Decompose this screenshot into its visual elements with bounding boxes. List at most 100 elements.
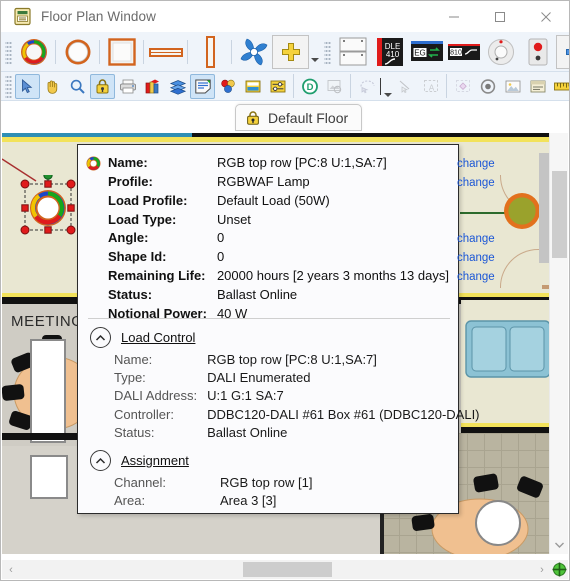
- dali-tool[interactable]: D: [297, 74, 322, 99]
- ceiling-sensor-tool[interactable]: [482, 35, 519, 69]
- rgb-luminaire-selected: [16, 170, 80, 239]
- minimize-button[interactable]: [431, 1, 477, 32]
- scroll-left-button[interactable]: ‹: [2, 560, 20, 579]
- zoom-tool[interactable]: [65, 74, 90, 99]
- change-link[interactable]: change: [457, 177, 495, 189]
- tab-default-floor[interactable]: Default Floor: [235, 104, 363, 131]
- luminaire-square-tool[interactable]: [103, 35, 140, 69]
- recenter-crosshair-icon[interactable]: [550, 560, 568, 579]
- change-link[interactable]: change: [457, 252, 495, 264]
- luminaire-linear-tool[interactable]: [147, 35, 184, 69]
- vertical-scrollbar[interactable]: [549, 133, 568, 554]
- properties-note-icon: [194, 79, 211, 93]
- toolbar-separator: [187, 39, 188, 64]
- assignment-section-header[interactable]: Assignment: [90, 450, 189, 471]
- fan-device-tool[interactable]: [235, 35, 272, 69]
- row-key: Notional Power:: [108, 305, 207, 321]
- toolbar-separator: [293, 74, 294, 98]
- target-tool[interactable]: [475, 74, 500, 99]
- measure-tool[interactable]: [550, 74, 569, 99]
- dle410-dimmer-tool[interactable]: DLE 410: [371, 35, 408, 69]
- align-panel-tool[interactable]: [240, 74, 265, 99]
- scroll-right-button[interactable]: ›: [533, 560, 551, 579]
- text-marquee-icon: A: [423, 79, 438, 92]
- row-value: Ballast Online: [207, 424, 288, 440]
- colour-tool[interactable]: [215, 74, 240, 99]
- row-value: Default Load (50W): [216, 193, 330, 209]
- line-tool[interactable]: [393, 74, 418, 99]
- ceiling-tile-grid-icon: [339, 37, 366, 65]
- horizontal-bar-icon: [148, 47, 183, 57]
- change-link[interactable]: change: [457, 233, 495, 245]
- row-key: Controller:: [114, 406, 174, 422]
- table-row: Angle: 0 change: [108, 229, 495, 248]
- text-select-tool[interactable]: A: [418, 74, 443, 99]
- luminaire-round-tool[interactable]: [59, 35, 96, 69]
- floor-tab-strip: Default Floor: [1, 101, 569, 133]
- 810-sensor-tool[interactable]: 810: [445, 35, 482, 69]
- scroll-down-button[interactable]: [550, 536, 568, 554]
- legend-tool[interactable]: [525, 74, 550, 99]
- properties-panel-tool[interactable]: [190, 73, 215, 99]
- layers-tool[interactable]: [165, 74, 190, 99]
- row-value: Ballast Online: [216, 287, 298, 303]
- toolbar-grip[interactable]: [5, 39, 12, 64]
- toolbar-overflow-1[interactable]: [309, 34, 320, 69]
- row-value: 0: [216, 229, 225, 245]
- lock-layer-tool[interactable]: [90, 73, 115, 99]
- table-row: Name: RGB top row [PC:8 U:1,SA:7]: [114, 351, 480, 369]
- wall-occupancy-sensor-icon: [528, 38, 547, 65]
- horizontal-scrollbar-thumb[interactable]: [243, 562, 332, 577]
- table-row: Shape Id: 0 change: [108, 248, 495, 267]
- wall-sensor-tool[interactable]: [519, 35, 556, 69]
- table-row: Controller: DDBC120-DALI #61 Box #61 (DD…: [114, 406, 480, 424]
- horizontal-scrollbar[interactable]: ‹ ›: [2, 560, 551, 579]
- blue-plus-icon: [565, 48, 569, 55]
- row-value: 0: [216, 249, 225, 265]
- table-row: Status: Ballast Online: [108, 286, 495, 304]
- toolbar-grip[interactable]: [5, 74, 12, 98]
- white-circle-ring-icon: [65, 39, 90, 64]
- rgb-luminaire-round-tool[interactable]: [15, 35, 52, 69]
- maximize-button[interactable]: [477, 1, 523, 32]
- toolbar-separator: [99, 39, 100, 64]
- chevron-up-icon[interactable]: [90, 327, 111, 348]
- select-tool[interactable]: [15, 73, 40, 99]
- table-row: Area: Area 3 [3]: [114, 492, 312, 510]
- app-icon: [13, 7, 32, 26]
- letter-d-circle-icon: D: [301, 78, 318, 94]
- settings-sliders-tool[interactable]: [265, 74, 290, 99]
- lasso-dropdown[interactable]: [382, 69, 393, 104]
- olive-luminaire: [502, 191, 542, 231]
- load-control-section-header[interactable]: Load Control: [90, 327, 195, 348]
- luminaire-vertical-tool[interactable]: [191, 35, 228, 69]
- ceiling-tile-tool[interactable]: [334, 35, 371, 69]
- table-row: Profile: RGBWAF Lamp change: [108, 173, 495, 192]
- lasso-select-tool[interactable]: [354, 74, 379, 99]
- add-device-tool[interactable]: [272, 34, 309, 69]
- chevron-up-icon[interactable]: [90, 450, 111, 471]
- image-import-tool[interactable]: [322, 74, 347, 99]
- eg-gateway-tool[interactable]: EG: [408, 35, 445, 69]
- vertical-scrollbar-thumb[interactable]: [552, 171, 567, 258]
- add-item-tool[interactable]: [556, 34, 569, 69]
- table-row: Name: RGB top row [PC:8 U:1,SA:7] change: [108, 154, 495, 173]
- library-tool[interactable]: [140, 74, 165, 99]
- close-button[interactable]: [523, 1, 569, 32]
- change-link[interactable]: change: [457, 158, 495, 170]
- toolbar-grip[interactable]: [324, 39, 331, 64]
- node-edit-tool[interactable]: [450, 74, 475, 99]
- pan-tool[interactable]: [40, 74, 65, 99]
- section-title: Assignment: [121, 453, 189, 468]
- section-title: Load Control: [121, 330, 196, 345]
- device-summary-table: Name: RGB top row [PC:8 U:1,SA:7] change…: [108, 154, 495, 323]
- tab-label: Default Floor: [268, 109, 349, 126]
- ruler-icon: [553, 82, 569, 90]
- svg-text:EG: EG: [414, 48, 426, 57]
- change-link[interactable]: change: [457, 271, 495, 283]
- table-row: Remaining Life: 20000 hours [2 years 3 m…: [108, 267, 495, 286]
- print-tool[interactable]: [115, 74, 140, 99]
- picture-tool[interactable]: [500, 74, 525, 99]
- row-value: RGBWAF Lamp: [216, 174, 310, 190]
- legend-box-icon: [530, 80, 545, 92]
